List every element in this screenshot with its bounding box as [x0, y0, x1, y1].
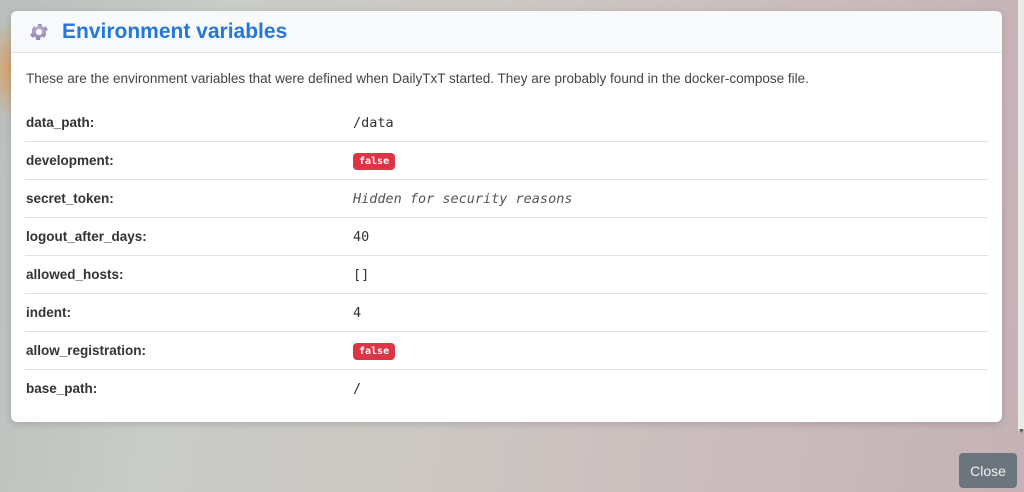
modal-body: These are the environment variables that…: [11, 53, 1002, 407]
variable-key: data_path:: [25, 104, 352, 142]
table-row: indent: 4: [25, 293, 988, 332]
value-text: /: [353, 380, 362, 397]
variable-value: /: [352, 370, 988, 408]
modal-title: Environment variables: [62, 19, 288, 43]
variable-value: /data: [352, 104, 988, 142]
page-scrollbar[interactable]: [1018, 0, 1024, 430]
variable-value: false: [352, 331, 988, 370]
modal-header: Environment variables: [11, 11, 1002, 53]
table-row: allowed_hosts: []: [25, 255, 988, 294]
table-row: development: false: [25, 141, 988, 180]
variable-key: base_path:: [26, 381, 98, 396]
variable-key: allowed_hosts:: [25, 255, 352, 294]
table-row: allow_registration: false: [25, 331, 988, 370]
gear-icon: [28, 21, 50, 43]
variable-value: 4: [352, 293, 988, 332]
variable-key: indent:: [25, 293, 352, 332]
variable-key: logout_after_days:: [25, 217, 352, 256]
value-text: 40: [353, 228, 370, 245]
scroll-down-icon[interactable]: ▼: [1018, 428, 1024, 436]
variable-value: []: [352, 255, 988, 294]
value-text: /data: [353, 114, 394, 131]
false-badge: false: [353, 152, 396, 170]
table-row: secret_token: Hidden for security reason…: [25, 179, 988, 218]
environment-variables-modal: Environment variables These are the envi…: [11, 11, 1002, 422]
variable-value: false: [352, 141, 988, 180]
value-text: []: [353, 266, 370, 283]
variable-value: Hidden for security reasons: [352, 179, 988, 218]
environment-variables-table: data_path: /data development: false secr…: [25, 104, 988, 407]
false-badge: false: [353, 342, 396, 360]
table-row: base_path: /: [25, 370, 988, 408]
variable-key: development:: [25, 141, 352, 180]
close-button[interactable]: Close: [959, 453, 1017, 488]
value-text: 4: [353, 304, 362, 321]
table-row: logout_after_days: 40: [25, 217, 988, 256]
intro-text: These are the environment variables that…: [26, 71, 809, 86]
variable-value: 40: [352, 217, 988, 256]
hidden-value-text: Hidden for security reasons: [353, 190, 573, 207]
table-row: data_path: /data: [25, 104, 988, 142]
variable-key: secret_token:: [25, 179, 352, 218]
variable-key: allow_registration:: [25, 331, 352, 370]
